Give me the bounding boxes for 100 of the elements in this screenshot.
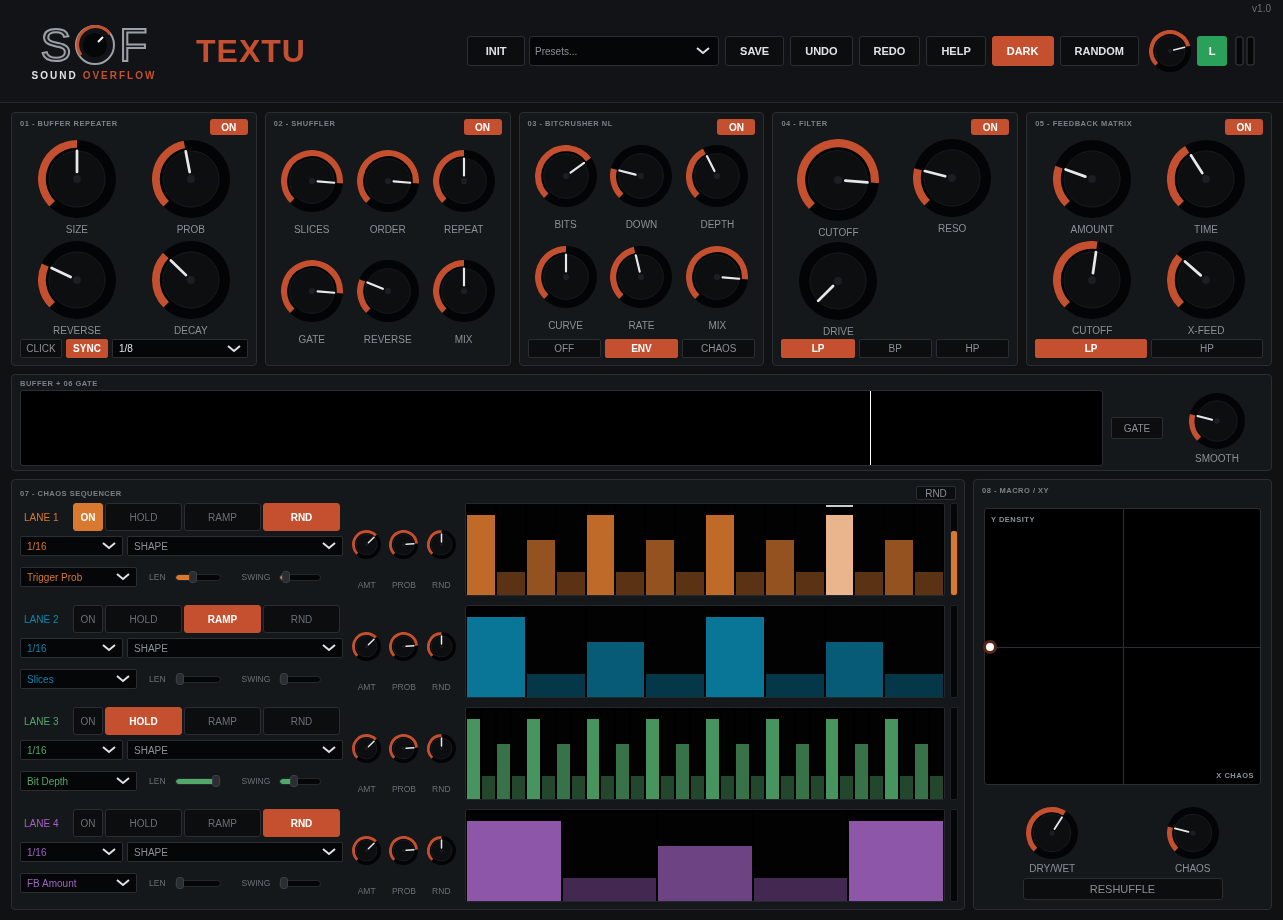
target-dropdown[interactable]: FB Amount <box>20 873 137 893</box>
toolbar-button[interactable]: REDO <box>858 36 921 66</box>
knob[interactable] <box>426 734 456 763</box>
slider[interactable] <box>280 877 321 889</box>
shape-dropdown[interactable]: SHAPE <box>127 536 343 556</box>
mode-button[interactable]: LP <box>1035 339 1148 358</box>
mode-button[interactable]: RND <box>263 809 340 837</box>
step-bar[interactable] <box>885 718 899 799</box>
preset-dropdown[interactable]: Presets... <box>529 36 720 66</box>
knob[interactable] <box>1189 392 1245 449</box>
slider[interactable] <box>280 673 321 685</box>
target-dropdown[interactable]: Bit Depth <box>20 771 137 791</box>
mode-button[interactable]: RAMP <box>184 809 261 837</box>
knob[interactable] <box>534 246 597 308</box>
knob[interactable] <box>352 734 382 763</box>
knob[interactable] <box>610 246 673 308</box>
mode-button[interactable]: HP <box>935 339 1010 358</box>
knob[interactable] <box>1166 807 1219 859</box>
knob[interactable] <box>1053 241 1132 319</box>
knob[interactable] <box>797 139 880 221</box>
step-bar[interactable] <box>586 718 600 799</box>
rate-dropdown[interactable]: 1/8 <box>112 339 248 358</box>
lane-on-toggle[interactable]: ON <box>73 809 103 837</box>
knob[interactable] <box>686 145 749 207</box>
mode-button[interactable]: RND <box>263 503 340 531</box>
mode-button[interactable]: HOLD <box>105 809 182 837</box>
knob[interactable] <box>426 530 456 559</box>
target-dropdown[interactable]: Slices <box>20 669 137 689</box>
slider[interactable] <box>175 877 220 889</box>
lane-on-toggle[interactable]: ON <box>73 707 103 735</box>
knob[interactable] <box>1026 807 1079 859</box>
knob[interactable] <box>37 241 116 319</box>
shape-dropdown[interactable]: SHAPE <box>127 842 343 862</box>
rate-dropdown[interactable]: 1/16 <box>20 638 123 658</box>
mode-button[interactable]: SYNC <box>66 339 108 358</box>
shape-dropdown[interactable]: SHAPE <box>127 638 343 658</box>
knob[interactable] <box>432 260 495 323</box>
step-bar[interactable] <box>765 718 779 799</box>
reshuffle-button[interactable]: RESHUFFLE <box>1022 878 1223 900</box>
init-button[interactable]: INIT <box>467 36 526 66</box>
slider[interactable] <box>175 571 220 583</box>
slider[interactable] <box>175 775 220 787</box>
knob[interactable] <box>426 632 456 661</box>
mode-button[interactable]: HP <box>1151 339 1263 358</box>
toolbar-button[interactable]: SAVE <box>725 36 785 66</box>
knob[interactable] <box>37 140 116 218</box>
step-bar[interactable] <box>526 718 540 799</box>
knob[interactable] <box>389 734 419 763</box>
mode-button[interactable]: RND <box>263 605 340 633</box>
knob[interactable] <box>356 260 419 323</box>
toolbar-button[interactable]: HELP <box>926 36 986 66</box>
knob[interactable] <box>280 260 343 323</box>
mode-button[interactable]: CLICK <box>20 339 62 358</box>
power-toggle[interactable]: ON <box>971 119 1010 135</box>
step-bar[interactable] <box>586 514 615 595</box>
mode-button[interactable]: ENV <box>604 339 679 358</box>
knob[interactable] <box>1053 140 1132 218</box>
knob[interactable] <box>389 632 419 661</box>
knob[interactable] <box>1149 30 1191 72</box>
power-toggle[interactable]: ON <box>209 119 248 135</box>
toolbar-button[interactable]: RANDOM <box>1059 36 1139 66</box>
lane-on-toggle[interactable]: ON <box>73 605 103 633</box>
knob[interactable] <box>356 149 419 212</box>
knob[interactable] <box>280 149 343 212</box>
gate-button[interactable]: GATE <box>1111 417 1163 439</box>
knob[interactable] <box>426 836 456 865</box>
slider[interactable] <box>280 775 321 787</box>
step-bar[interactable] <box>646 718 660 799</box>
xy-handle[interactable] <box>983 639 997 654</box>
step-bar[interactable] <box>825 514 854 595</box>
mode-button[interactable]: RAMP <box>184 503 261 531</box>
mode-button[interactable]: RND <box>263 707 340 735</box>
slider[interactable] <box>175 673 220 685</box>
mode-button[interactable]: HOLD <box>105 503 182 531</box>
knob[interactable] <box>432 149 495 212</box>
rate-dropdown[interactable]: 1/16 <box>20 536 123 556</box>
knob[interactable] <box>610 145 673 207</box>
power-toggle[interactable]: ON <box>463 119 502 135</box>
mode-button[interactable]: LP <box>781 339 855 358</box>
power-toggle[interactable]: ON <box>1225 119 1263 135</box>
lock-button[interactable]: L <box>1197 36 1227 66</box>
knob[interactable] <box>352 530 382 559</box>
knob[interactable] <box>1167 241 1246 319</box>
mode-button[interactable]: OFF <box>527 339 601 358</box>
rate-dropdown[interactable]: 1/16 <box>20 740 123 760</box>
mode-button[interactable]: BP <box>858 339 932 358</box>
rate-dropdown[interactable]: 1/16 <box>20 842 123 862</box>
toolbar-button[interactable]: DARK <box>991 36 1054 66</box>
knob[interactable] <box>389 530 419 559</box>
mode-button[interactable]: HOLD <box>105 707 182 735</box>
toolbar-button[interactable]: UNDO <box>790 36 853 66</box>
slider[interactable] <box>280 571 321 583</box>
knob[interactable] <box>352 632 382 661</box>
knob[interactable] <box>389 836 419 865</box>
step-bar[interactable] <box>825 718 839 799</box>
lane-on-toggle[interactable]: ON <box>73 503 103 531</box>
mode-button[interactable]: CHAOS <box>682 339 756 358</box>
knob[interactable] <box>352 836 382 865</box>
knob[interactable] <box>534 145 597 207</box>
mode-button[interactable]: RAMP <box>184 707 261 735</box>
